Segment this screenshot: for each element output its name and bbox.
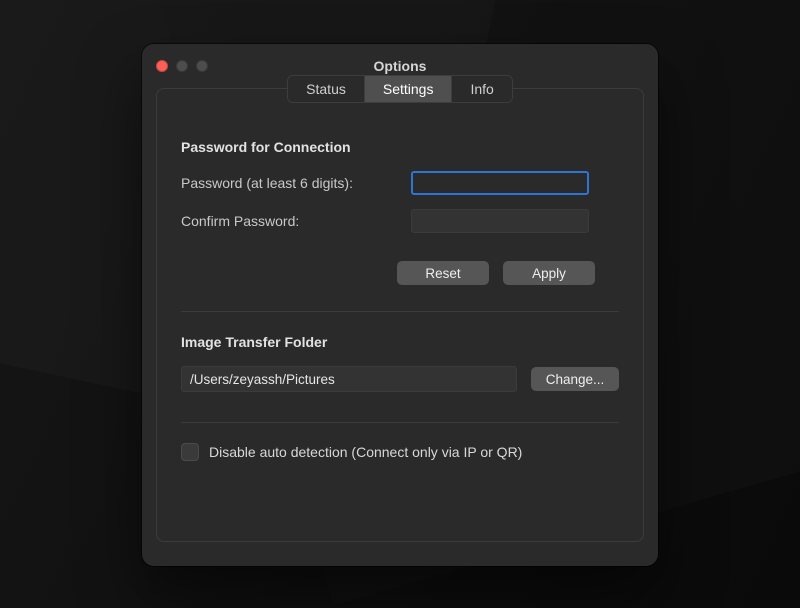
close-icon[interactable] — [156, 60, 168, 72]
tab-settings[interactable]: Settings — [365, 76, 453, 102]
password-label: Password (at least 6 digits): — [181, 175, 411, 191]
content-pane: Status Settings Info Password for Connec… — [156, 88, 644, 542]
autodetect-row: Disable auto detection (Connect only via… — [181, 443, 619, 461]
password-input[interactable] — [411, 171, 589, 195]
password-section-title: Password for Connection — [181, 139, 619, 155]
confirm-password-label: Confirm Password: — [181, 213, 411, 229]
separator-2 — [181, 422, 619, 423]
change-folder-button[interactable]: Change... — [531, 367, 619, 391]
separator-1 — [181, 311, 619, 312]
traffic-lights — [156, 60, 208, 72]
disable-autodetect-label: Disable auto detection (Connect only via… — [209, 444, 522, 460]
settings-pane: Password for Connection Password (at lea… — [157, 103, 643, 461]
tab-status[interactable]: Status — [288, 76, 365, 102]
confirm-password-input[interactable] — [411, 209, 589, 233]
reset-button[interactable]: Reset — [397, 261, 489, 285]
options-window: Options Status Settings Info Password fo… — [142, 44, 658, 566]
transfer-section-title: Image Transfer Folder — [181, 334, 619, 350]
tab-info[interactable]: Info — [452, 76, 511, 102]
confirm-password-row: Confirm Password: — [181, 209, 619, 233]
password-buttons: Reset Apply — [181, 261, 595, 285]
transfer-row: /Users/zeyassh/Pictures Change... — [181, 366, 619, 392]
password-row: Password (at least 6 digits): — [181, 171, 619, 195]
tabbar: Status Settings Info — [157, 75, 643, 103]
window-title: Options — [374, 58, 427, 74]
apply-button[interactable]: Apply — [503, 261, 595, 285]
segmented-tabs: Status Settings Info — [287, 75, 513, 103]
zoom-icon[interactable] — [196, 60, 208, 72]
transfer-folder-path[interactable]: /Users/zeyassh/Pictures — [181, 366, 517, 392]
disable-autodetect-checkbox[interactable] — [181, 443, 199, 461]
minimize-icon[interactable] — [176, 60, 188, 72]
